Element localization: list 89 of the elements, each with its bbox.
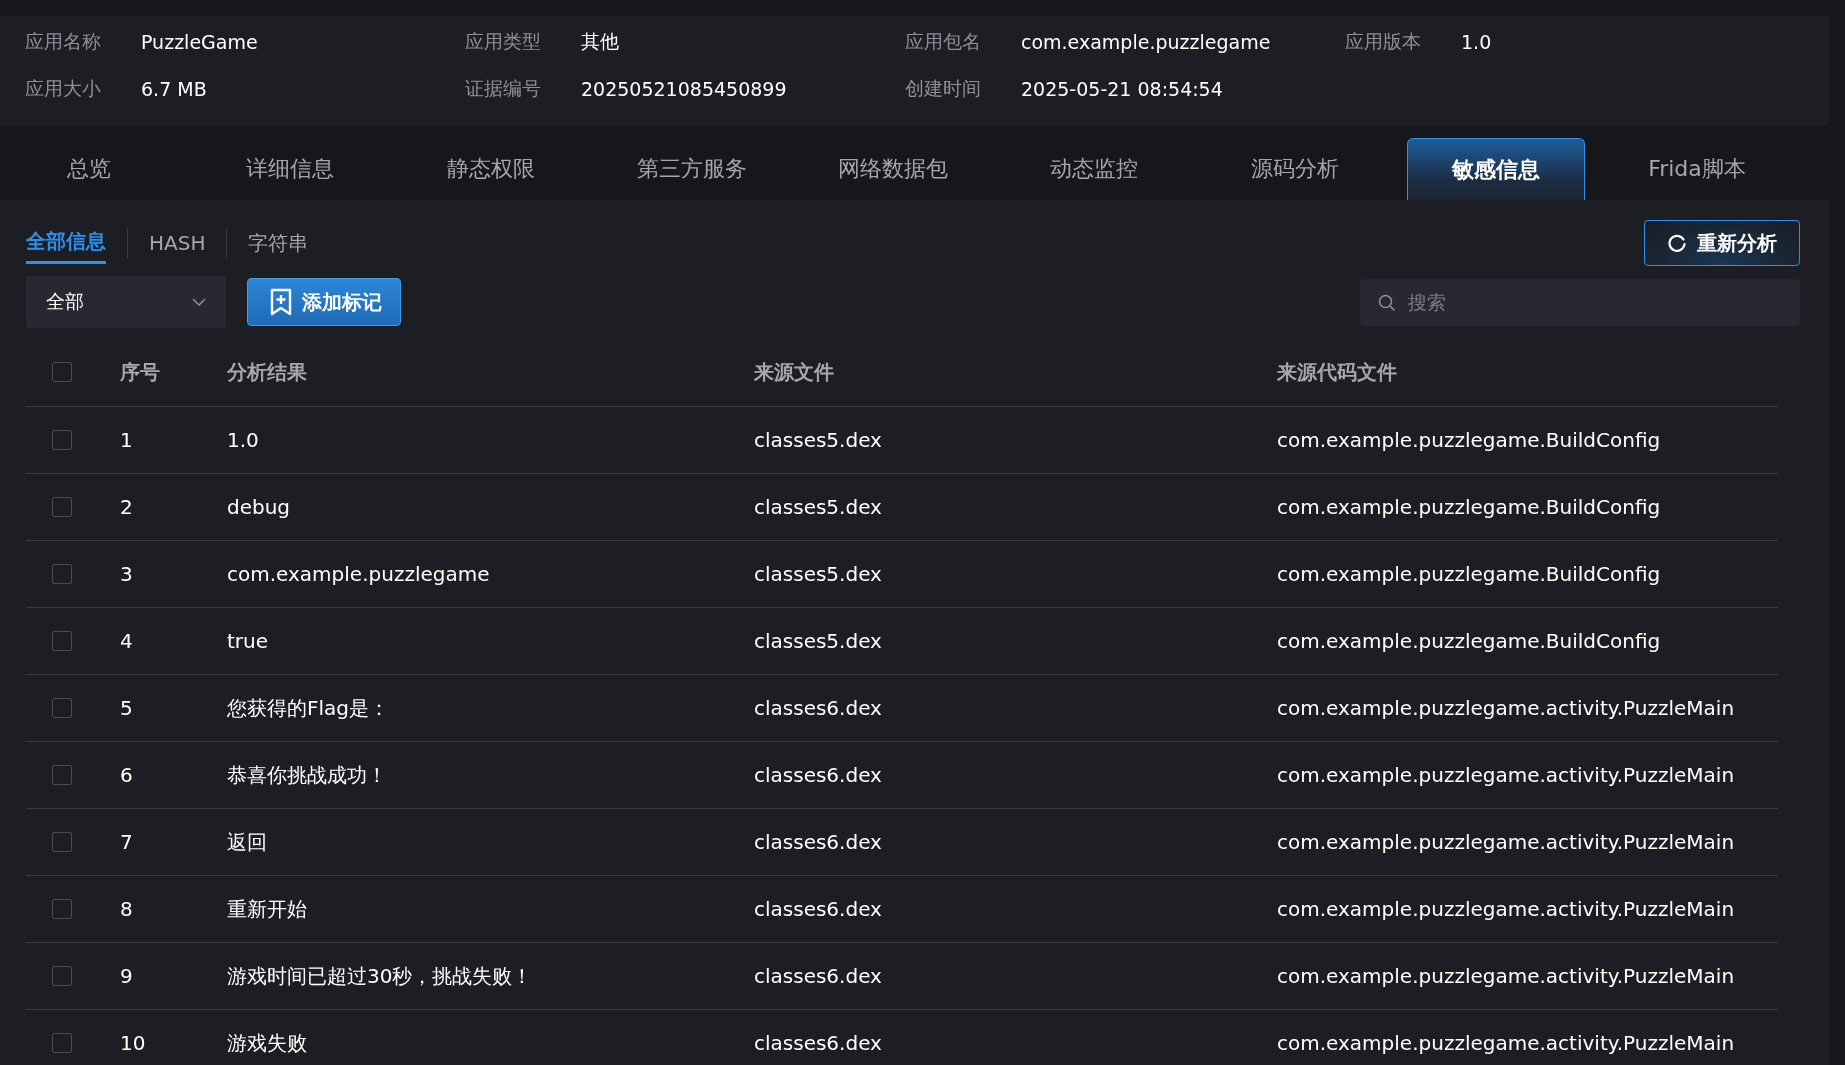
- info-value: 其他: [581, 28, 619, 54]
- table-cell: 游戏时间已超过30秒，挑战失败！: [227, 962, 533, 990]
- table-cell: 1: [120, 428, 133, 452]
- table-cell: 8: [120, 897, 133, 921]
- info-label: 应用版本: [1345, 28, 1422, 54]
- reanalyze-button[interactable]: 重新分析: [1644, 220, 1800, 266]
- table-cell: 1.0: [227, 428, 259, 452]
- table-cell: classes6.dex: [754, 763, 882, 787]
- info-label: 应用大小: [25, 75, 102, 101]
- table-cell: 9: [120, 964, 133, 988]
- table-cell: 10: [120, 1031, 146, 1055]
- table-cell: com.example.puzzlegame.activity.PuzzleMain: [1277, 763, 1735, 787]
- table-cell: 7: [120, 830, 133, 854]
- tab[interactable]: 总览: [0, 138, 178, 200]
- table-cell: classes5.dex: [754, 428, 882, 452]
- table-cell: com.example.puzzlegame.activity.PuzzleMain: [1277, 897, 1735, 921]
- table-cell: 4: [120, 629, 133, 653]
- add-mark-button[interactable]: 添加标记: [247, 278, 401, 326]
- tab[interactable]: 静态权限: [402, 138, 580, 200]
- table-cell: classes5.dex: [754, 629, 882, 653]
- bookmark-plus-icon: [270, 288, 292, 316]
- table-cell: classes5.dex: [754, 562, 882, 586]
- table-cell: com.example.puzzlegame.BuildConfig: [1277, 629, 1661, 653]
- table-cell: 5: [120, 696, 133, 720]
- select-all-checkbox[interactable]: [52, 362, 72, 382]
- table-cell: 游戏失败: [227, 1029, 307, 1057]
- tab[interactable]: 动态监控: [1005, 138, 1183, 200]
- table-cell: true: [227, 629, 269, 653]
- table-cell: com.example.puzzlegame.BuildConfig: [1277, 495, 1661, 519]
- tab[interactable]: 敏感信息: [1407, 138, 1585, 200]
- refresh-icon: [1667, 233, 1687, 253]
- table-cell: classes6.dex: [754, 897, 882, 921]
- table-cell: com.example.puzzlegame.activity.PuzzleMain: [1277, 964, 1735, 988]
- row-checkbox[interactable]: [52, 564, 72, 584]
- tab[interactable]: 详细信息: [201, 138, 379, 200]
- table-cell: 返回: [227, 828, 267, 856]
- row-checkbox[interactable]: [52, 430, 72, 450]
- row-checkbox[interactable]: [52, 497, 72, 517]
- table-cell: 恭喜你挑战成功！: [227, 761, 387, 789]
- table-cell: classes6.dex: [754, 830, 882, 854]
- table-cell: com.example.puzzlegame.BuildConfig: [1277, 562, 1661, 586]
- info-value: 2025-05-21 08:54:54: [1021, 77, 1223, 100]
- tab[interactable]: 第三方服务: [603, 138, 781, 200]
- info-label: 创建时间: [905, 75, 982, 101]
- column-header: 来源文件: [754, 358, 835, 386]
- table-cell: 6: [120, 763, 133, 787]
- table-cell: 2: [120, 495, 133, 519]
- column-header: 来源代码文件: [1277, 358, 1398, 386]
- sub-tab[interactable]: 字符串: [248, 223, 309, 263]
- table-cell: debug: [227, 495, 291, 519]
- info-label: 应用类型: [465, 28, 542, 54]
- table-cell: classes6.dex: [754, 964, 882, 988]
- sub-tab[interactable]: 全部信息: [26, 222, 106, 264]
- tab[interactable]: 网络数据包: [804, 138, 982, 200]
- info-value: 1.0: [1461, 30, 1492, 53]
- filter-dropdown[interactable]: 全部: [26, 276, 226, 328]
- table-cell: classes6.dex: [754, 696, 882, 720]
- info-value: PuzzleGame: [141, 30, 258, 53]
- table-cell: classes5.dex: [754, 495, 882, 519]
- table-cell: com.example.puzzlegame.BuildConfig: [1277, 428, 1661, 452]
- search-field[interactable]: 搜索: [1360, 278, 1800, 326]
- column-header: 分析结果: [227, 358, 308, 386]
- table-cell: com.example.puzzlegame.activity.PuzzleMain: [1277, 830, 1735, 854]
- table-cell: 重新开始: [227, 895, 307, 923]
- info-label: 应用包名: [905, 28, 982, 54]
- tab[interactable]: 源码分析: [1206, 138, 1384, 200]
- row-checkbox[interactable]: [52, 832, 72, 852]
- sub-tab[interactable]: HASH: [149, 225, 206, 261]
- row-checkbox[interactable]: [52, 1033, 72, 1053]
- info-value: com.example.puzzlegame: [1021, 30, 1271, 53]
- info-value: 6.7 MB: [141, 77, 207, 100]
- row-checkbox[interactable]: [52, 765, 72, 785]
- row-checkbox[interactable]: [52, 899, 72, 919]
- chevron-down-icon: [192, 298, 206, 306]
- table-cell: classes6.dex: [754, 1031, 882, 1055]
- table-cell: 3: [120, 562, 133, 586]
- table-cell: com.example.puzzlegame.activity.PuzzleMain: [1277, 696, 1735, 720]
- info-label: 应用名称: [25, 28, 102, 54]
- info-label: 证据编号: [465, 75, 542, 101]
- column-header: 序号: [120, 358, 161, 386]
- tab[interactable]: Frida脚本: [1608, 138, 1786, 200]
- row-checkbox[interactable]: [52, 631, 72, 651]
- info-value: 20250521085450899: [581, 77, 787, 100]
- row-checkbox[interactable]: [52, 698, 72, 718]
- table-cell: com.example.puzzlegame.activity.PuzzleMain: [1277, 1031, 1735, 1055]
- row-checkbox[interactable]: [52, 966, 72, 986]
- table-cell: 您获得的Flag是：: [227, 694, 389, 722]
- search-icon: [1378, 293, 1396, 312]
- table-cell: com.example.puzzlegame: [227, 562, 490, 586]
